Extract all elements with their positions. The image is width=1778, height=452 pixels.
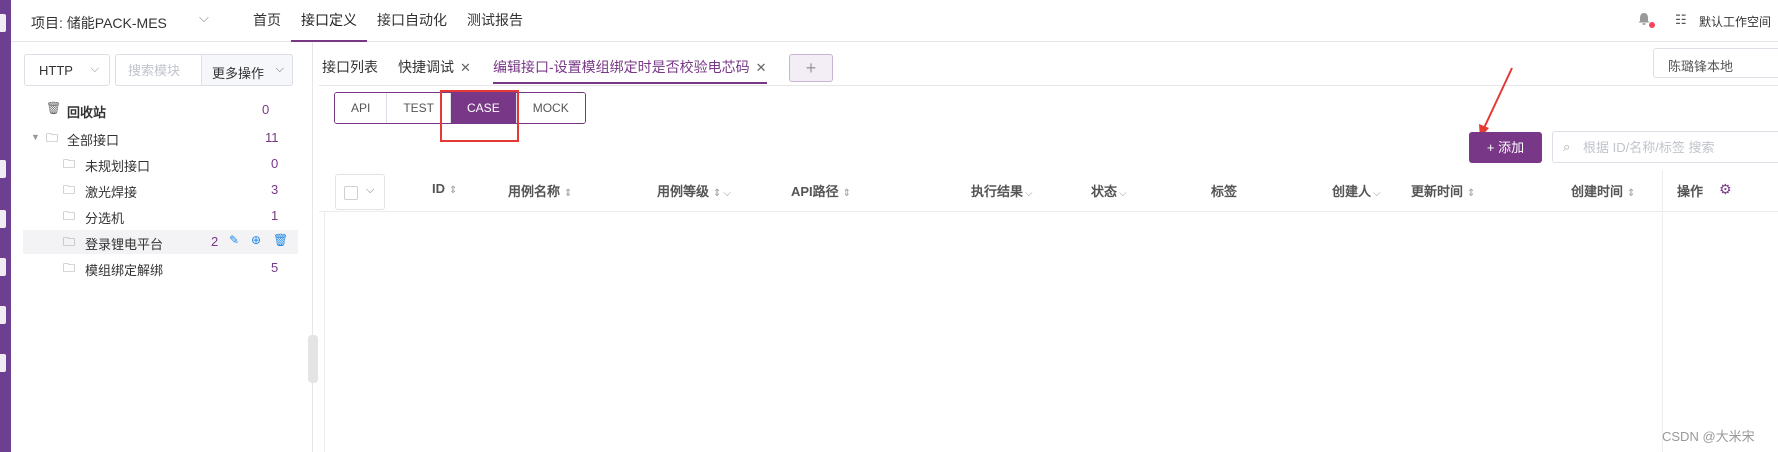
column-creator[interactable]: 创建人 ⌵ [1332, 181, 1381, 200]
module-search-input[interactable] [116, 55, 201, 85]
gear-icon[interactable]: ⚙ [1719, 181, 1732, 198]
recycle-bin-count: 0 [262, 102, 270, 117]
select-all-dropdown[interactable]: ⌵ [335, 174, 385, 210]
module-tree-panel: HTTP ⌵ 更多操作 ⌵ 🗑 回收站 0 ▼ 🗀 全部接口 11 🗀 未规划接… [11, 42, 313, 452]
tree-node-count: 5 [271, 260, 279, 275]
edit-icon[interactable]: ✎ [229, 233, 239, 247]
search-icon: ⌕ [1563, 139, 1571, 154]
folder-icon: 🗀 [63, 235, 76, 249]
tree-node-count: 3 [271, 182, 279, 197]
chevron-down-icon: ⌵ [90, 63, 99, 75]
column-operations: 操作 [1677, 184, 1704, 199]
tree-node-count: 1 [271, 208, 279, 223]
folder-icon: 🗀 [46, 131, 59, 145]
select-all-checkbox[interactable] [344, 186, 358, 200]
folder-icon: 🗀 [63, 209, 76, 223]
tree-node-label: 模组绑定解绑 [85, 263, 164, 278]
nav-api-definition[interactable]: 接口定义 [291, 0, 367, 42]
delete-icon[interactable]: 🗑 [273, 233, 288, 247]
nav-api-automation[interactable]: 接口自动化 [367, 0, 457, 42]
tabs-divider [319, 85, 1778, 86]
tree-node-label: 登录锂电平台 [85, 237, 164, 252]
column-case-name[interactable]: 用例名称 ⇕ [508, 181, 572, 200]
top-nav: 首页 接口定义 接口自动化 测试报告 [243, 0, 533, 42]
rail-icon[interactable] [0, 354, 6, 372]
rail-icon[interactable] [0, 14, 6, 32]
tree-node-label: 分选机 [85, 211, 125, 226]
column-api-path[interactable]: API路径 ⇕ [791, 181, 851, 200]
project-selector[interactable]: 项目: 储能PACK-MES [31, 13, 167, 33]
add-case-button[interactable]: + 添加 [1469, 132, 1542, 163]
workspace-list-icon[interactable]: ☷ [1675, 12, 1687, 28]
app-sidebar-rail [0, 0, 11, 452]
tree-node-label: 全部接口 [67, 133, 120, 148]
tab-label: 接口列表 [322, 59, 378, 75]
segment-mock[interactable]: MOCK [516, 93, 585, 123]
column-updated-time[interactable]: 更新时间 ⇕ [1411, 181, 1475, 200]
annotation-arrow [1479, 67, 1513, 138]
chevron-down-icon[interactable]: ⌵ [199, 10, 209, 26]
folder-icon: 🗀 [63, 183, 76, 197]
recycle-bin-item[interactable]: 🗑 回收站 0 [11, 98, 291, 122]
watermark: CSDN @大米宋 [1662, 429, 1755, 444]
highlight-annotation-box [440, 90, 519, 142]
tree-node-all[interactable]: ▼ 🗀 全部接口 11 [11, 126, 291, 150]
tree-node-module[interactable]: 🗀 激光焊接 3 [11, 178, 291, 202]
rail-icon[interactable] [0, 210, 6, 228]
nav-test-report[interactable]: 测试报告 [457, 0, 533, 42]
folder-icon: 🗀 [63, 261, 76, 275]
workspace-selector[interactable]: 默认工作空间 [1699, 13, 1771, 30]
fixed-column-divider [1662, 170, 1663, 452]
notification-dot [1649, 22, 1655, 28]
column-id[interactable]: ID ⇕ [432, 181, 457, 196]
tab-api-list[interactable]: 接口列表 [322, 50, 378, 84]
trash-icon: 🗑 [46, 101, 62, 115]
tree-node-count: 11 [265, 130, 279, 145]
segment-api[interactable]: API [335, 93, 388, 123]
top-header: 项目: 储能PACK-MES ⌵ 首页 接口定义 接口自动化 测试报告 ☷ 默认… [11, 0, 1778, 42]
column-exec-result[interactable]: 执行结果 ⌵ [971, 181, 1033, 200]
tree-node-count: 2 [211, 234, 219, 249]
column-created-time[interactable]: 创建时间 ⇕ [1571, 181, 1635, 200]
column-tags: 标签 [1211, 184, 1238, 199]
chevron-down-icon: ⌵ [275, 63, 284, 75]
add-tab-button[interactable]: + [789, 54, 833, 82]
rail-icon[interactable] [0, 258, 6, 276]
tree-node-label: 激光焊接 [85, 185, 138, 200]
nav-home[interactable]: 首页 [243, 0, 291, 42]
more-operations-label: 更多操作 [212, 66, 265, 81]
tree-node-label: 未规划接口 [85, 159, 151, 174]
bell-icon[interactable] [1637, 12, 1655, 28]
column-status[interactable]: 状态 ⌵ [1091, 181, 1127, 200]
recycle-bin-label: 回收站 [67, 105, 107, 120]
module-search[interactable] [115, 54, 201, 86]
protocol-value: HTTP [39, 63, 73, 78]
case-table-header: ⌵ ID ⇕ 用例名称 ⇕ 用例等级 ⇕ ⌵ API路径 ⇕ 执行结果 ⌵ 状态 ⌵ 标签 创… [319, 170, 1778, 212]
tree-node-module-hovered[interactable]: 🗀 登录锂电平台 2 ✎ ⊕ 🗑 [23, 230, 298, 254]
protocol-select[interactable]: HTTP ⌵ [24, 54, 110, 86]
tab-label: 编辑接口-设置模组绑定时是否校验电芯码 [493, 59, 750, 75]
panel-collapse-handle[interactable] [308, 335, 318, 383]
rail-icon[interactable] [0, 306, 6, 324]
rail-icon[interactable] [0, 160, 6, 178]
tab-quick-debug[interactable]: 快捷调试 ✕ [398, 50, 471, 84]
case-search-input[interactable] [1553, 132, 1778, 162]
table-left-border [324, 212, 325, 452]
close-icon[interactable]: ✕ [460, 60, 471, 75]
case-search[interactable]: ⌕ [1552, 131, 1778, 163]
column-case-level[interactable]: 用例等级 ⇕ ⌵ [657, 181, 731, 200]
tree-node-module[interactable]: 🗀 未规划接口 0 [11, 152, 291, 176]
environment-select[interactable]: 陈璐锋本地 [1653, 48, 1778, 78]
close-icon[interactable]: ✕ [756, 60, 767, 75]
more-operations-dropdown[interactable]: 更多操作 ⌵ [201, 54, 293, 86]
folder-icon: 🗀 [63, 157, 76, 171]
chevron-down-icon[interactable]: ⌵ [366, 184, 374, 197]
tree-node-count: 0 [271, 156, 279, 171]
tree-node-module[interactable]: 🗀 分选机 1 [11, 204, 291, 228]
tab-label: 快捷调试 [398, 59, 454, 75]
tree-node-module[interactable]: 🗀 模组绑定解绑 5 [11, 256, 291, 280]
add-circle-icon[interactable]: ⊕ [251, 233, 261, 247]
caret-down-icon[interactable]: ▼ [31, 132, 40, 142]
tab-edit-api[interactable]: 编辑接口-设置模组绑定时是否校验电芯码 ✕ [493, 50, 767, 84]
